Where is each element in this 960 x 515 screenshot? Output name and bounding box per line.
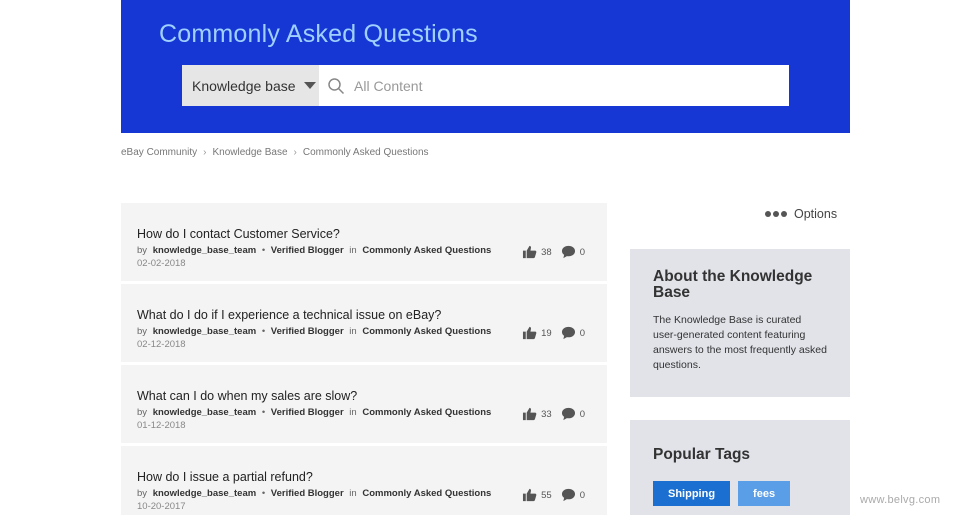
separator: • xyxy=(261,407,266,418)
kudos-count[interactable]: 33 xyxy=(522,407,552,421)
in-label: in xyxy=(349,488,357,499)
options-label: Options xyxy=(794,207,838,221)
comment-icon xyxy=(561,326,575,340)
author-link[interactable]: knowledge_base_team xyxy=(153,326,257,337)
breadcrumb-item-current[interactable]: Commonly Asked Questions xyxy=(303,147,429,158)
thumbs-up-icon xyxy=(523,407,537,421)
chevron-down-icon xyxy=(303,82,316,89)
tag-fees[interactable]: fees xyxy=(738,481,791,506)
article-row: How do I contact Customer Service? by kn… xyxy=(121,203,607,281)
article-title[interactable]: What can I do when my sales are slow? xyxy=(137,389,357,403)
by-label: by xyxy=(137,245,148,256)
article-date: 02-02-2018 xyxy=(137,258,186,269)
page-title: Commonly Asked Questions xyxy=(159,20,478,48)
by-label: by xyxy=(137,326,148,337)
author-rank: Verified Blogger xyxy=(270,488,344,499)
by-label: by xyxy=(137,407,148,418)
search-scope-dropdown[interactable]: Knowledge base xyxy=(182,65,319,106)
options-menu-button[interactable]: Options xyxy=(765,207,837,221)
article-date: 10-20-2017 xyxy=(137,501,186,512)
article-meta: by knowledge_base_team • Verified Blogge… xyxy=(137,407,494,418)
separator: • xyxy=(261,326,266,337)
author-rank: Verified Blogger xyxy=(270,407,344,418)
article-stats: 55 0 xyxy=(513,488,585,502)
article-stats: 19 0 xyxy=(513,326,585,340)
article-row: What do I do if I experience a technical… xyxy=(121,284,607,362)
author-link[interactable]: knowledge_base_team xyxy=(153,407,257,418)
article-row: What can I do when my sales are slow? by… xyxy=(121,365,607,443)
comment-count[interactable]: 0 xyxy=(561,488,585,502)
board-link[interactable]: Commonly Asked Questions xyxy=(362,407,491,418)
article-row: How do I issue a partial refund? by know… xyxy=(121,446,607,515)
search-field[interactable] xyxy=(319,65,789,106)
breadcrumb-item-knowledge-base[interactable]: Knowledge Base xyxy=(212,147,287,158)
in-label: in xyxy=(349,245,357,256)
header-banner: Commonly Asked Questions Knowledge base xyxy=(121,0,850,133)
search-icon xyxy=(328,77,345,94)
board-link[interactable]: Commonly Asked Questions xyxy=(362,326,491,337)
board-link[interactable]: Commonly Asked Questions xyxy=(362,488,491,499)
comment-count[interactable]: 0 xyxy=(561,407,585,421)
article-stats: 33 0 xyxy=(513,407,585,421)
comment-icon xyxy=(561,407,575,421)
in-label: in xyxy=(349,407,357,418)
author-rank: Verified Blogger xyxy=(270,326,344,337)
author-link[interactable]: knowledge_base_team xyxy=(153,245,257,256)
breadcrumb-separator: › xyxy=(293,147,297,158)
thumbs-up-icon xyxy=(523,488,537,502)
thumbs-up-icon xyxy=(523,245,537,259)
breadcrumb: eBay Community › Knowledge Base › Common… xyxy=(121,147,429,158)
article-list: How do I contact Customer Service? by kn… xyxy=(121,203,607,515)
about-panel: About the Knowledge Base The Knowledge B… xyxy=(630,249,850,397)
breadcrumb-separator: › xyxy=(203,147,207,158)
kudos-count[interactable]: 38 xyxy=(522,245,552,259)
search-scope-label: Knowledge base xyxy=(192,77,296,94)
search-bar: Knowledge base xyxy=(182,65,789,106)
article-date: 01-12-2018 xyxy=(137,420,186,431)
popular-tags-title: Popular Tags xyxy=(653,446,751,463)
author-link[interactable]: knowledge_base_team xyxy=(153,488,257,499)
article-title[interactable]: What do I do if I experience a technical… xyxy=(137,308,441,322)
kudos-count[interactable]: 19 xyxy=(522,326,552,340)
popular-tags-panel: Popular Tags Shipping fees xyxy=(630,420,850,515)
article-date: 02-12-2018 xyxy=(137,339,186,350)
author-rank: Verified Blogger xyxy=(270,245,344,256)
about-body: The Knowledge Base is curated user-gener… xyxy=(653,314,827,371)
in-label: in xyxy=(349,326,357,337)
article-meta: by knowledge_base_team • Verified Blogge… xyxy=(137,326,494,337)
article-meta: by knowledge_base_team • Verified Blogge… xyxy=(137,245,494,256)
comment-count[interactable]: 0 xyxy=(561,326,585,340)
watermark: www.belvg.com xyxy=(860,494,941,506)
tag-shipping[interactable]: Shipping xyxy=(653,481,731,506)
kudos-count[interactable]: 55 xyxy=(522,488,552,502)
comment-icon xyxy=(561,488,575,502)
search-input[interactable] xyxy=(354,77,774,94)
article-meta: by knowledge_base_team • Verified Blogge… xyxy=(137,488,494,499)
more-dots-icon xyxy=(765,211,789,217)
comment-count[interactable]: 0 xyxy=(561,245,585,259)
by-label: by xyxy=(137,488,148,499)
thumbs-up-icon xyxy=(523,326,537,340)
breadcrumb-item-community[interactable]: eBay Community xyxy=(121,147,197,158)
comment-icon xyxy=(561,245,575,259)
separator: • xyxy=(261,488,266,499)
board-link[interactable]: Commonly Asked Questions xyxy=(362,245,491,256)
separator: • xyxy=(261,245,266,256)
article-title[interactable]: How do I contact Customer Service? xyxy=(137,227,340,241)
article-stats: 38 0 xyxy=(513,245,585,259)
article-title[interactable]: How do I issue a partial refund? xyxy=(137,470,313,484)
about-title: About the Knowledge Base xyxy=(653,268,813,301)
tag-list: Shipping fees xyxy=(653,481,827,506)
